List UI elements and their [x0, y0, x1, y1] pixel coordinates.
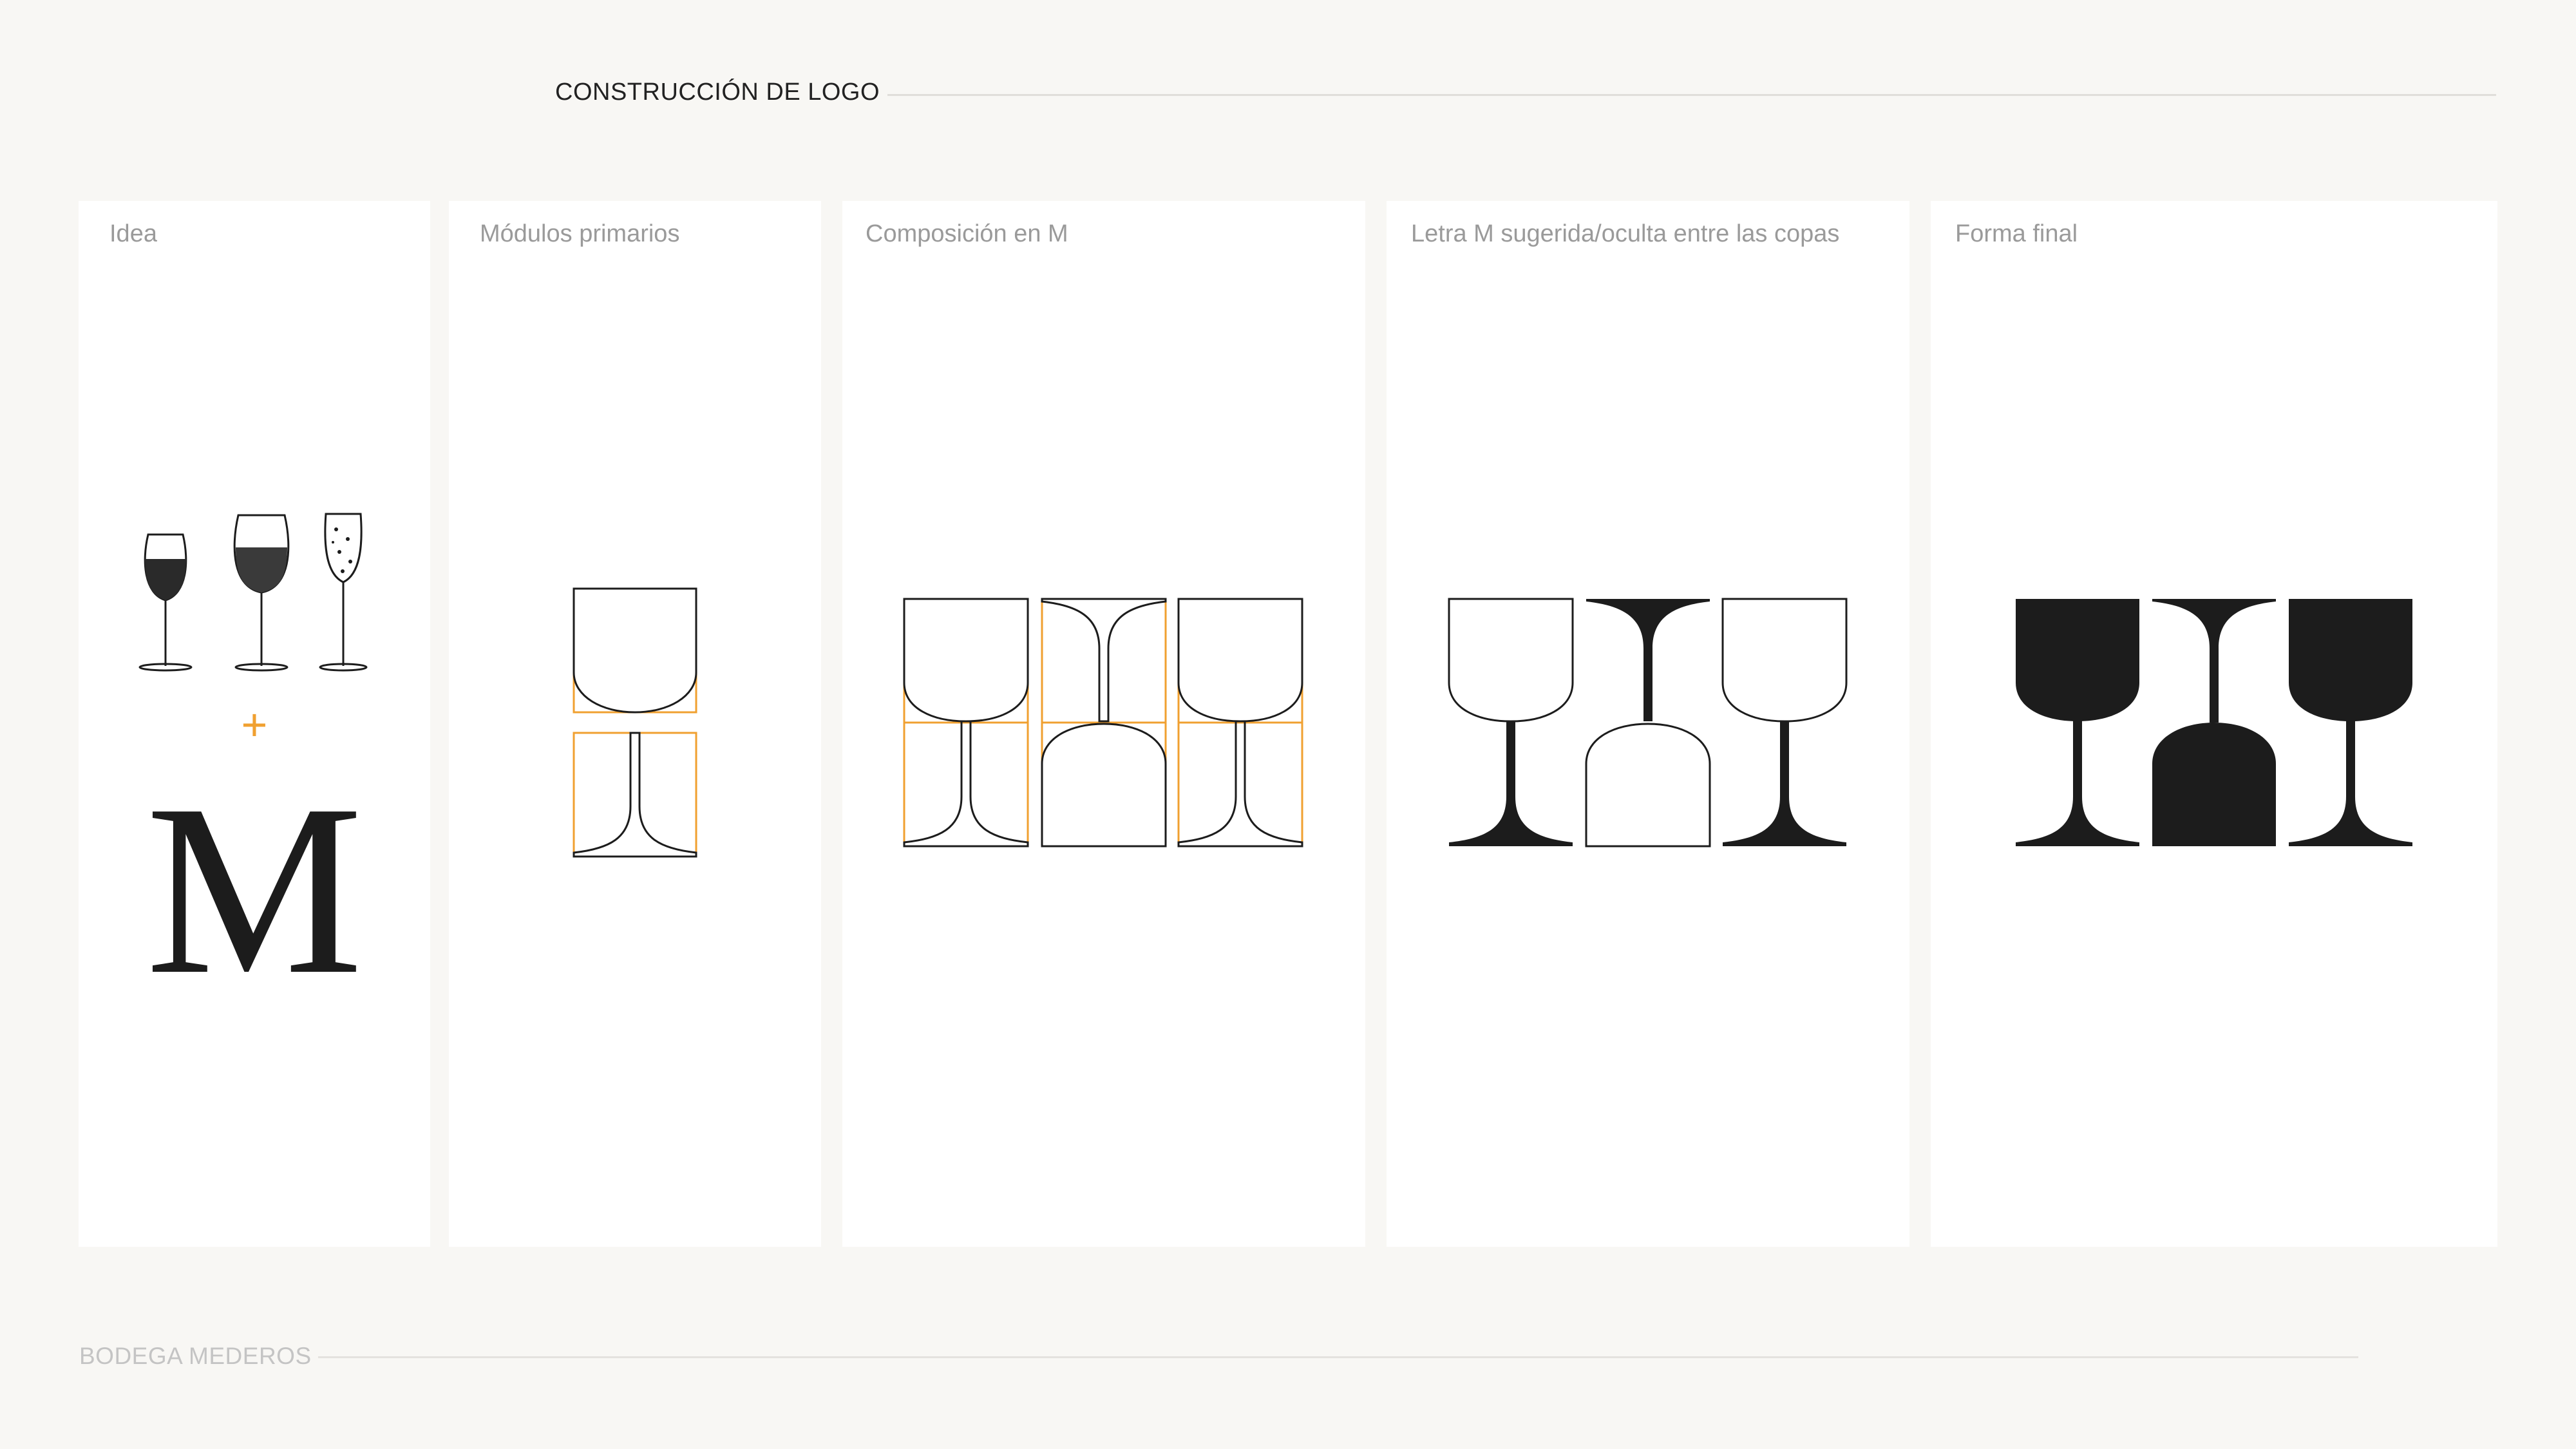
panel-composicion: Composición en M [842, 201, 1365, 1247]
primary-modules-diagram [573, 587, 697, 858]
panel-idea: Idea + M [79, 201, 430, 1247]
header-divider [887, 94, 2496, 96]
bowl-module [573, 587, 697, 714]
panel-letra-m-sugerida: Letra M sugerida/oculta entre las copas [1387, 201, 1909, 1247]
footer-brand: BODEGA MEDEROS [79, 1343, 312, 1369]
stem-module [573, 732, 697, 858]
page-title: CONSTRUCCIÓN DE LOGO [555, 79, 880, 106]
letter-m: M [146, 754, 363, 1025]
panel-forma-final: Forma final [1931, 201, 2497, 1247]
panel-modulos-primarios: Módulos primarios [449, 201, 821, 1247]
final-logo-mark [2016, 599, 2412, 846]
hidden-m-diagram [1448, 598, 1848, 848]
guide-grid [903, 598, 1303, 848]
footer-divider [318, 1356, 2358, 1358]
plus-sign: + [241, 699, 268, 750]
m-composition-diagram [903, 598, 1303, 848]
